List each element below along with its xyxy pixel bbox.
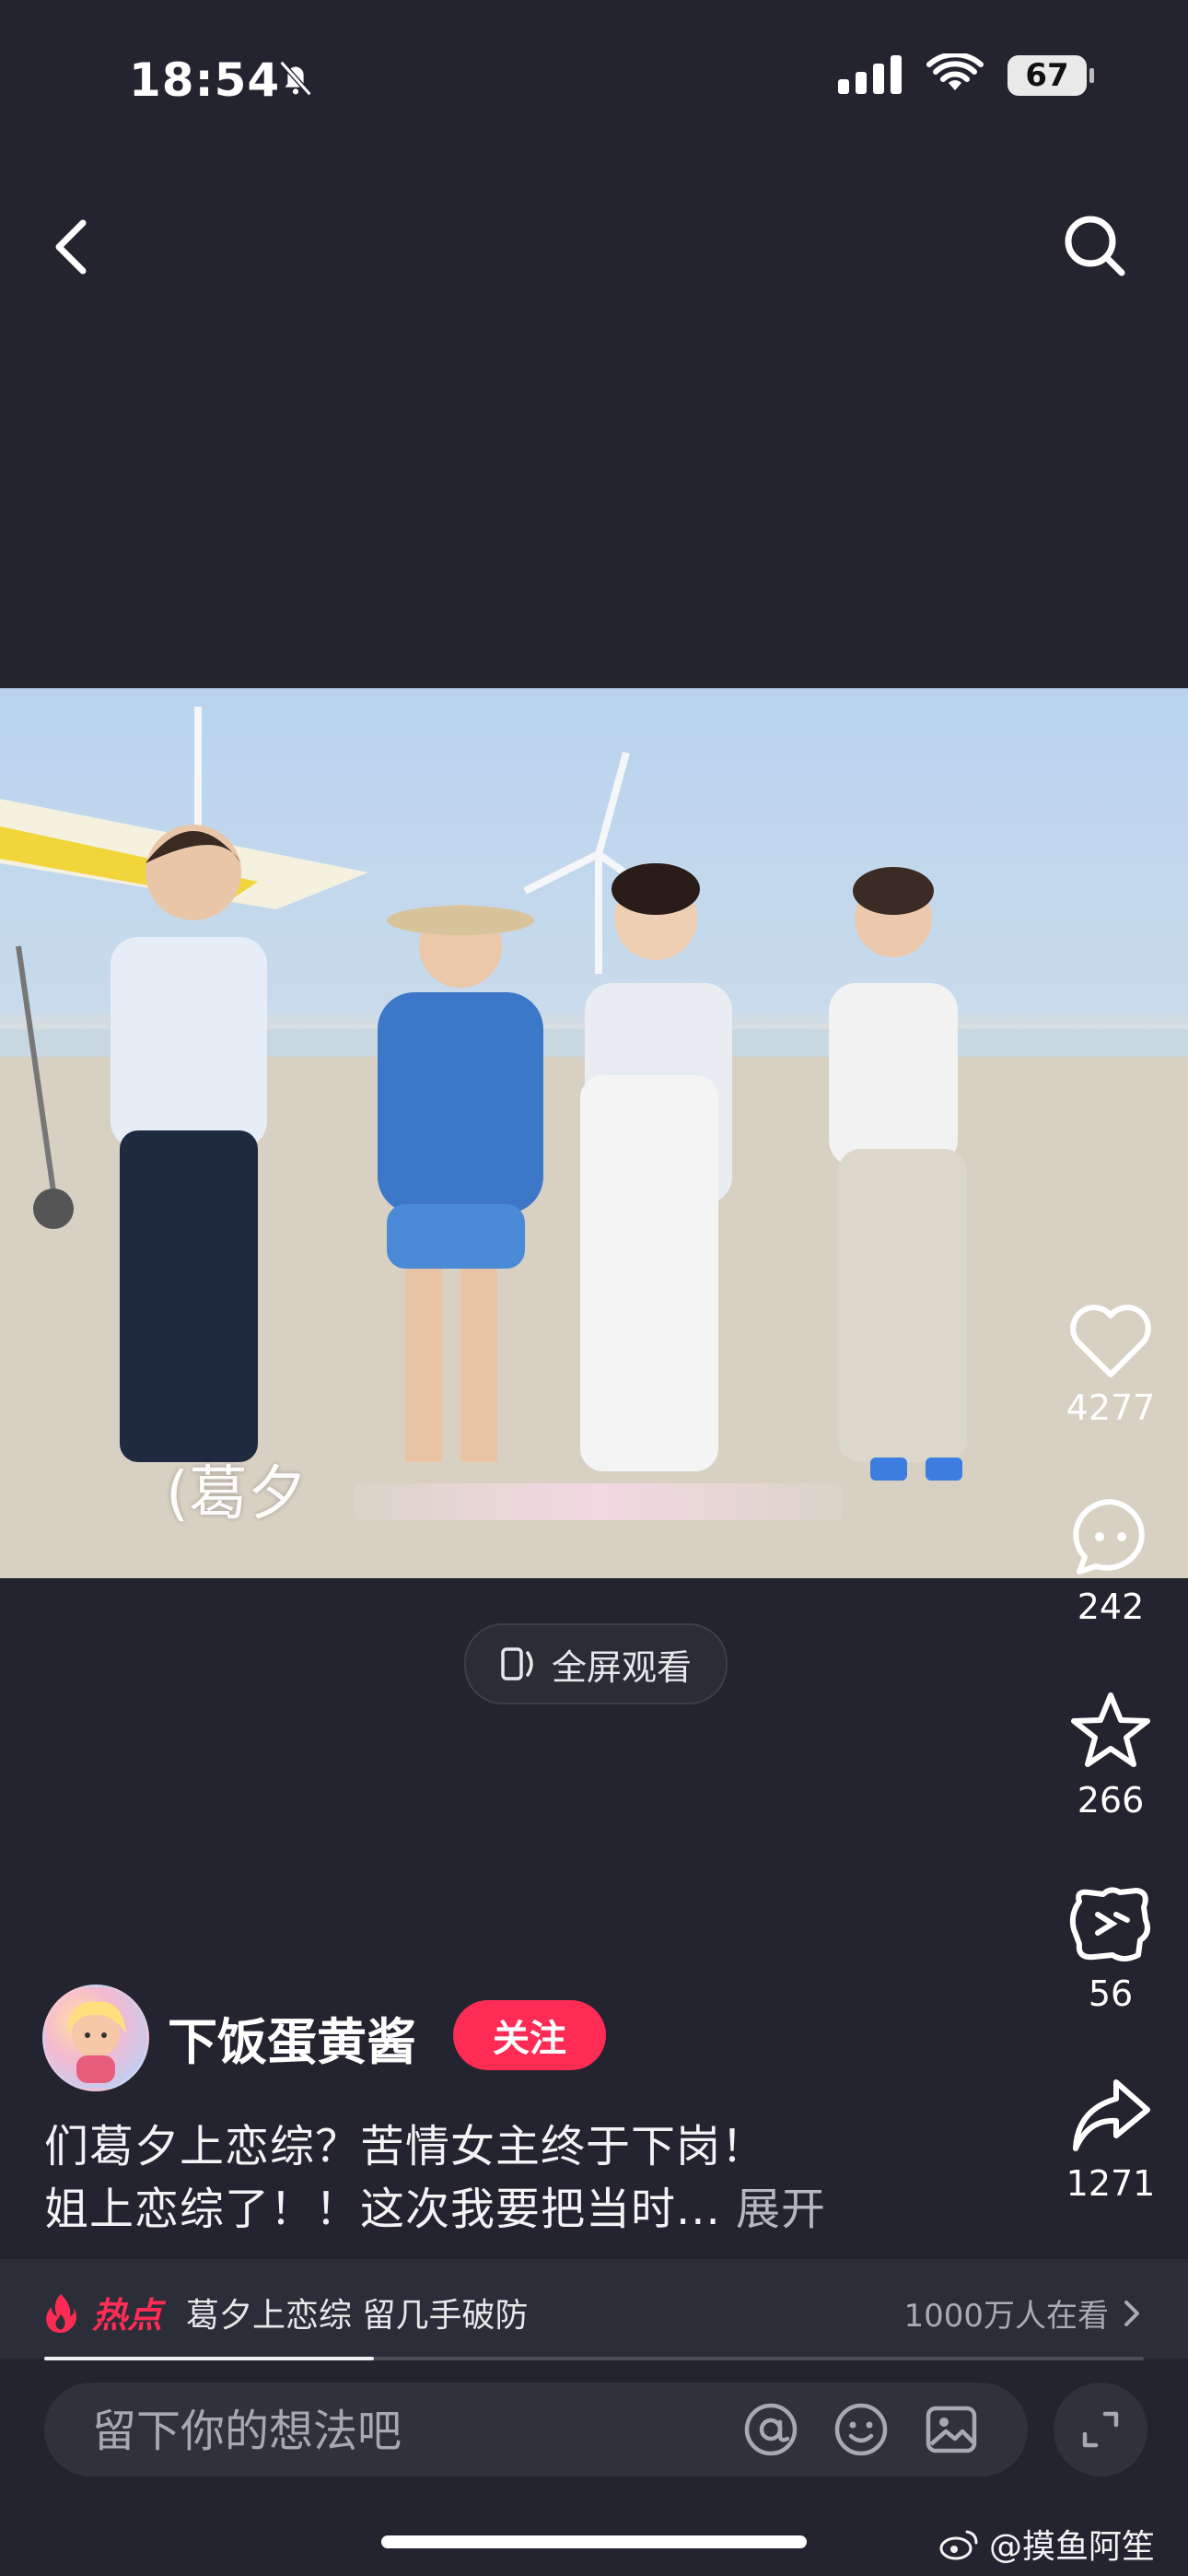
description-line-2: 姐上恋综了！！这次我要把当时... 展开 [44,2172,826,2237]
video-progress-fill [44,2357,375,2360]
phone-rotate-icon [501,1647,533,1680]
search-button[interactable] [1059,210,1133,284]
smiley-icon [834,2403,888,2456]
weibo-logo-icon [939,2530,978,2560]
expand-arrows-icon [1082,2411,1119,2448]
expand-button[interactable] [1054,2383,1147,2476]
back-button[interactable] [46,210,101,284]
caption-highlight-bar [355,1483,843,1520]
comment-tools [742,2401,980,2458]
share-button[interactable]: 1271 [1046,2075,1175,2204]
status-time: 18:54 [129,53,281,107]
emoji-button[interactable] [833,2401,890,2458]
video-player[interactable] [0,688,1188,1578]
search-icon [1065,216,1125,276]
flame-icon [46,2293,76,2333]
comment-bubble-icon [1073,1499,1145,1575]
status-icons: 67 [838,52,1094,98]
hot-topic-left[interactable]: 热点 葛夕上恋综 留几手破防 [44,2287,528,2337]
hot-label: 热点 [92,2295,163,2336]
mention-button[interactable] [742,2401,799,2458]
battery-icon: 67 [1007,55,1094,96]
home-indicator [381,2535,807,2548]
fullscreen-label: 全屏观看 [551,1646,692,1688]
follow-button[interactable]: 关注 [453,2000,606,2070]
description-text: 姐上恋综了！！这次我要把当时... [44,2184,721,2235]
author-avatar[interactable] [42,1985,149,2091]
description-line-1: 们葛夕上恋综？苦情女主终于下岗！ [44,2121,767,2172]
watermark-text: @摸鱼阿笙 [988,2528,1155,2566]
heart-icon [1070,1305,1151,1377]
hot-topic-text: 葛夕上恋综 留几手破防 [186,2296,529,2335]
video-frame-image [0,707,1188,1578]
chevron-left-icon [55,219,87,275]
signal-icon [838,53,903,98]
comment-input[interactable] [90,2405,665,2458]
repost-button[interactable]: 56 [1046,1883,1175,2014]
comment-button[interactable]: 242 [1046,1494,1175,1627]
bell-slash-icon [274,57,317,103]
share-arrow-icon [1073,2079,1150,2151]
battery-level: 67 [1025,57,1069,94]
viewer-count: 1000万人在看 [903,2298,1109,2335]
chevron-right-icon [1124,2300,1139,2326]
avatar-illustration-icon [67,2001,126,2083]
share-count: 1271 [1066,2163,1156,2204]
comment-count: 242 [1077,1587,1145,1627]
repost-badge-icon [1069,1887,1150,1961]
at-sign-icon [744,2403,798,2456]
favorite-count: 266 [1077,1780,1145,1821]
repost-count: 56 [1088,1973,1134,2014]
fullscreen-button[interactable]: 全屏观看 [464,1623,728,1704]
favorite-button[interactable]: 266 [1046,1690,1175,1821]
expand-link[interactable]: 展开 [736,2184,826,2235]
image-button[interactable] [923,2401,980,2458]
video-caption: (葛夕 [166,1460,307,1528]
hot-viewers[interactable]: 1000万人在看 [903,2290,1142,2336]
like-count: 4277 [1066,1388,1156,1428]
wifi-icon [926,52,984,98]
like-button[interactable]: 4277 [1046,1303,1175,1428]
author-name[interactable]: 下饭蛋黄酱 [168,2001,416,2074]
watermark: @摸鱼阿笙 [939,2520,1155,2568]
image-icon [926,2406,977,2453]
star-icon [1071,1692,1150,1767]
